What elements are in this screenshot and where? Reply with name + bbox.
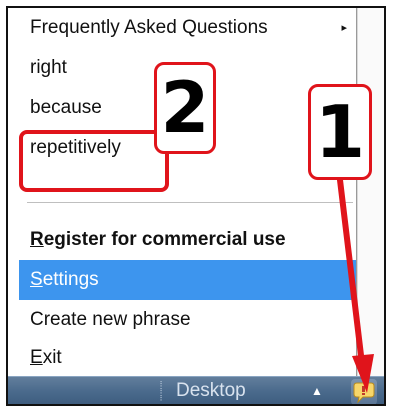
menu-item-register[interactable]: Register for commercial use	[19, 220, 356, 260]
show-hidden-icons-icon[interactable]: ▲	[311, 381, 323, 401]
callout-2: 2	[154, 62, 216, 154]
speech-bubble-icon	[353, 382, 375, 404]
desktop-toolbar-label[interactable]: Desktop	[176, 377, 246, 404]
menu-item-faq[interactable]: Frequently Asked Questions ▸	[19, 8, 356, 48]
callout-1: 1	[308, 84, 372, 180]
taskbar: ⁝ ⁝ ⁝ Desktop ▲	[8, 376, 384, 404]
phrase-tool-tray-icon[interactable]	[351, 379, 377, 404]
register-label: Register for commercial use	[30, 229, 286, 250]
menu-item-exit[interactable]: Exit	[19, 338, 356, 378]
toolbar-grip-icon[interactable]: ⁝ ⁝ ⁝	[154, 380, 168, 404]
menu-item-create-phrase[interactable]: Create new phrase	[19, 300, 356, 340]
menu-separator	[27, 202, 353, 203]
submenu-arrow-icon: ▸	[341, 22, 347, 34]
menu-item-faq-label: Frequently Asked Questions	[30, 17, 268, 38]
background-window-edge	[357, 8, 384, 376]
highlight-box-repetitively	[19, 130, 169, 192]
screenshot-frame: Frequently Asked Questions ▸ right becau…	[6, 6, 386, 406]
menu-item-settings[interactable]: Settings	[19, 260, 356, 300]
settings-label: Settings	[30, 269, 99, 290]
